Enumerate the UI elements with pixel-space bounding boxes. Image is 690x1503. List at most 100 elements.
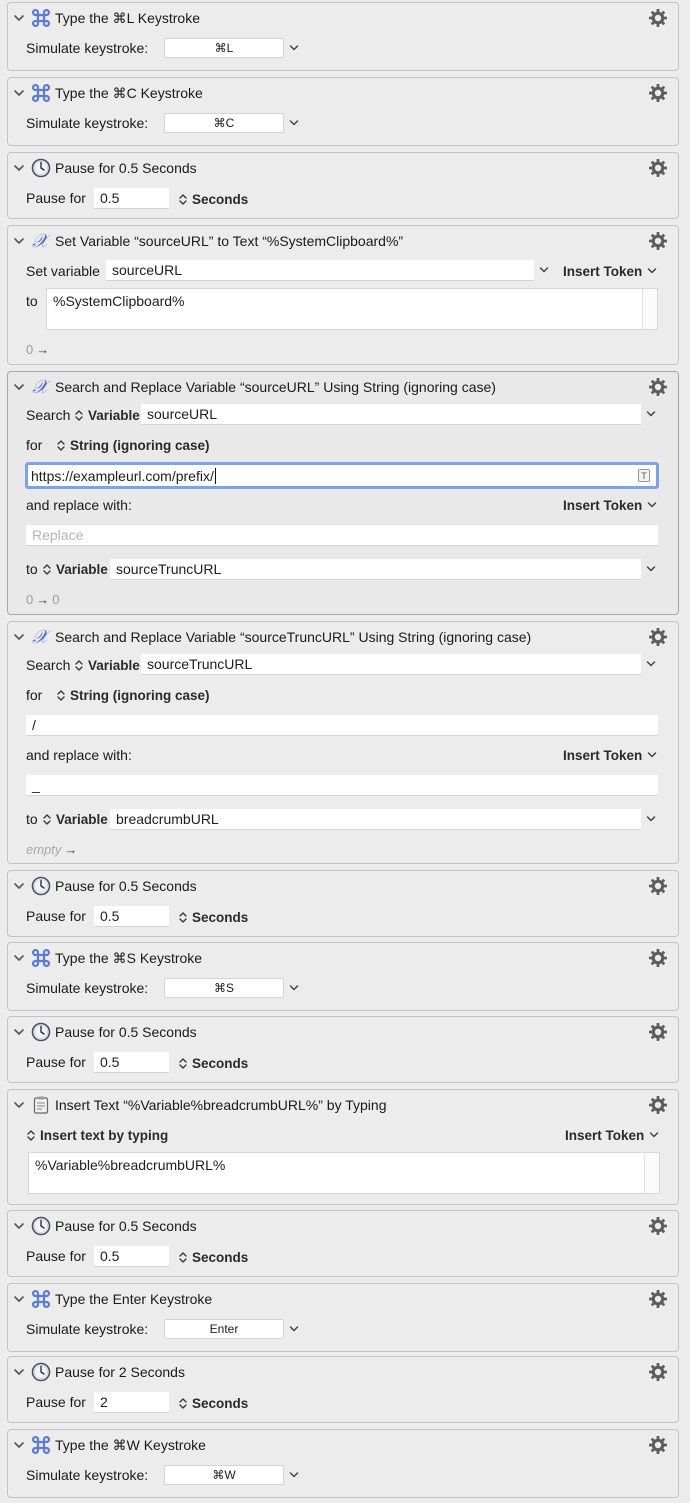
keystroke-label: Simulate keystroke: (26, 40, 149, 56)
chevron-down-icon[interactable] (288, 983, 300, 993)
disclosure-chevron-icon[interactable] (12, 380, 26, 394)
action-pause[interactable]: Pause for 0.5 Seconds Pause for 0.5 Seco… (7, 1016, 679, 1083)
action-type-keystroke[interactable]: Type the Enter Keystroke Simulate keystr… (7, 1283, 679, 1352)
action-pause[interactable]: Pause for 0.5 Seconds Pause for 0.5 Seco… (7, 1210, 679, 1277)
units-popup[interactable]: Seconds (178, 1052, 248, 1074)
disclosure-chevron-icon[interactable] (12, 951, 26, 965)
chevron-down-icon[interactable] (288, 43, 300, 53)
gear-icon[interactable] (648, 1216, 668, 1236)
action-search-replace[interactable]: Search and Replace Variable “sourceTrunc… (7, 621, 679, 864)
for-type-popup[interactable]: String (ignoring case) (56, 684, 210, 706)
chevron-down-icon[interactable] (645, 814, 657, 824)
gear-icon[interactable] (648, 1435, 668, 1455)
chevron-down-icon[interactable] (645, 409, 657, 419)
disclosure-chevron-icon[interactable] (12, 161, 26, 175)
text-value-area[interactable]: %SystemClipboard% (46, 288, 658, 330)
disclosure-chevron-icon[interactable] (12, 1365, 26, 1379)
chevron-down-icon[interactable] (538, 265, 550, 275)
chevron-down-icon[interactable] (288, 118, 300, 128)
insert-token-menu[interactable]: Insert Token (563, 494, 658, 516)
scrollbar[interactable] (642, 289, 657, 329)
for-type-popup[interactable]: String (ignoring case) (56, 434, 210, 456)
chevron-down-icon[interactable] (288, 1470, 300, 1480)
gear-icon[interactable] (648, 158, 668, 178)
pause-duration-input[interactable]: 2 (94, 1392, 169, 1413)
disclosure-chevron-icon[interactable] (12, 234, 26, 248)
search-variable-input[interactable]: sourceURL (141, 404, 641, 425)
gear-icon[interactable] (648, 1289, 668, 1309)
search-variable-input[interactable]: sourceTruncURL (141, 654, 641, 675)
units-popup[interactable]: Seconds (178, 188, 248, 210)
gear-icon[interactable] (648, 948, 668, 968)
pause-duration-input[interactable]: 0.5 (94, 1246, 169, 1267)
disclosure-chevron-icon[interactable] (12, 1025, 26, 1039)
action-type-keystroke[interactable]: Type the ⌘S Keystroke Simulate keystroke… (7, 942, 679, 1011)
destination-variable-input[interactable]: sourceTruncURL (110, 559, 641, 580)
action-title: Pause for 0.5 Seconds (55, 160, 197, 176)
pause-duration-input[interactable]: 0.5 (94, 188, 169, 209)
gear-icon[interactable] (648, 627, 668, 647)
command-icon (31, 8, 51, 28)
insert-mode-popup[interactable]: Insert text by typing (26, 1124, 168, 1146)
disclosure-chevron-icon[interactable] (12, 1219, 26, 1233)
keystroke-field[interactable]: ⌘C (164, 113, 284, 133)
keystroke-field[interactable]: ⌘L (164, 38, 284, 58)
pause-duration-input[interactable]: 0.5 (94, 906, 169, 927)
gear-icon[interactable] (648, 1095, 668, 1115)
units-popup[interactable]: Seconds (178, 906, 248, 928)
pause-label: Pause for (26, 1248, 86, 1264)
command-icon (31, 83, 51, 103)
action-pause[interactable]: Pause for 2 Seconds Pause for 2 Seconds (7, 1356, 679, 1423)
disclosure-chevron-icon[interactable] (12, 1438, 26, 1452)
gear-icon[interactable] (648, 876, 668, 896)
action-set-variable[interactable]: Set Variable “sourceURL” to Text “%Syste… (7, 225, 679, 365)
insert-text-area[interactable]: %Variable%breadcrumbURL% (28, 1152, 660, 1194)
disclosure-chevron-icon[interactable] (12, 630, 26, 644)
to-type-popup[interactable]: Variable (42, 808, 108, 830)
insert-token-menu[interactable]: Insert Token (563, 744, 658, 766)
gear-icon[interactable] (648, 377, 668, 397)
chevron-down-icon[interactable] (645, 659, 657, 669)
action-title: Insert Text “%Variable%breadcrumbURL%” b… (55, 1097, 387, 1113)
action-type-keystroke[interactable]: Type the ⌘L Keystroke Simulate keystroke… (7, 2, 679, 71)
disclosure-chevron-icon[interactable] (12, 1292, 26, 1306)
insert-token-menu[interactable]: Insert Token (563, 260, 658, 282)
gear-icon[interactable] (648, 83, 668, 103)
action-type-keystroke[interactable]: Type the ⌘C Keystroke Simulate keystroke… (7, 77, 679, 146)
action-pause[interactable]: Pause for 0.5 Seconds Pause for 0.5 Seco… (7, 870, 679, 937)
disclosure-chevron-icon[interactable] (12, 11, 26, 25)
pause-duration-input[interactable]: 0.5 (94, 1052, 169, 1073)
action-pause[interactable]: Pause for 0.5 Seconds Pause for 0.5 Seco… (7, 152, 679, 219)
units-popup[interactable]: Seconds (178, 1246, 248, 1268)
search-type-popup[interactable]: Variable (74, 404, 140, 426)
replace-text-input[interactable]: _ (26, 775, 658, 796)
destination-variable-input[interactable]: breadcrumbURL (110, 809, 641, 830)
search-type-popup[interactable]: Variable (74, 654, 140, 676)
gear-icon[interactable] (648, 1362, 668, 1382)
gear-icon[interactable] (648, 231, 668, 251)
pause-label: Pause for (26, 1054, 86, 1070)
action-search-replace[interactable]: Search and Replace Variable “sourceURL” … (7, 371, 679, 615)
variable-name-input[interactable]: sourceURL (106, 260, 534, 281)
search-text-input[interactable]: / (26, 715, 658, 736)
disclosure-chevron-icon[interactable] (12, 879, 26, 893)
units-popup[interactable]: Seconds (178, 1392, 248, 1414)
chevron-down-icon[interactable] (645, 564, 657, 574)
action-type-keystroke[interactable]: Type the ⌘W Keystroke Simulate keystroke… (7, 1429, 679, 1498)
scrollbar[interactable] (644, 1153, 659, 1193)
disclosure-chevron-icon[interactable] (12, 1098, 26, 1112)
gear-icon[interactable] (648, 8, 668, 28)
token-badge[interactable]: T (638, 469, 650, 482)
gear-icon[interactable] (648, 1022, 668, 1042)
keystroke-field[interactable]: ⌘W (164, 1465, 284, 1485)
replace-text-input[interactable]: Replace (26, 525, 658, 546)
keystroke-field[interactable]: Enter (164, 1319, 284, 1339)
action-title: Pause for 0.5 Seconds (55, 1024, 197, 1040)
keystroke-field[interactable]: ⌘S (164, 978, 284, 998)
chevron-down-icon[interactable] (288, 1324, 300, 1334)
disclosure-chevron-icon[interactable] (12, 86, 26, 100)
insert-token-menu[interactable]: Insert Token (565, 1124, 660, 1146)
to-type-popup[interactable]: Variable (42, 558, 108, 580)
search-text-input[interactable]: https://exampleurl.com/prefix/T (25, 462, 659, 489)
action-insert-text[interactable]: Insert Text “%Variable%breadcrumbURL%” b… (7, 1089, 679, 1205)
